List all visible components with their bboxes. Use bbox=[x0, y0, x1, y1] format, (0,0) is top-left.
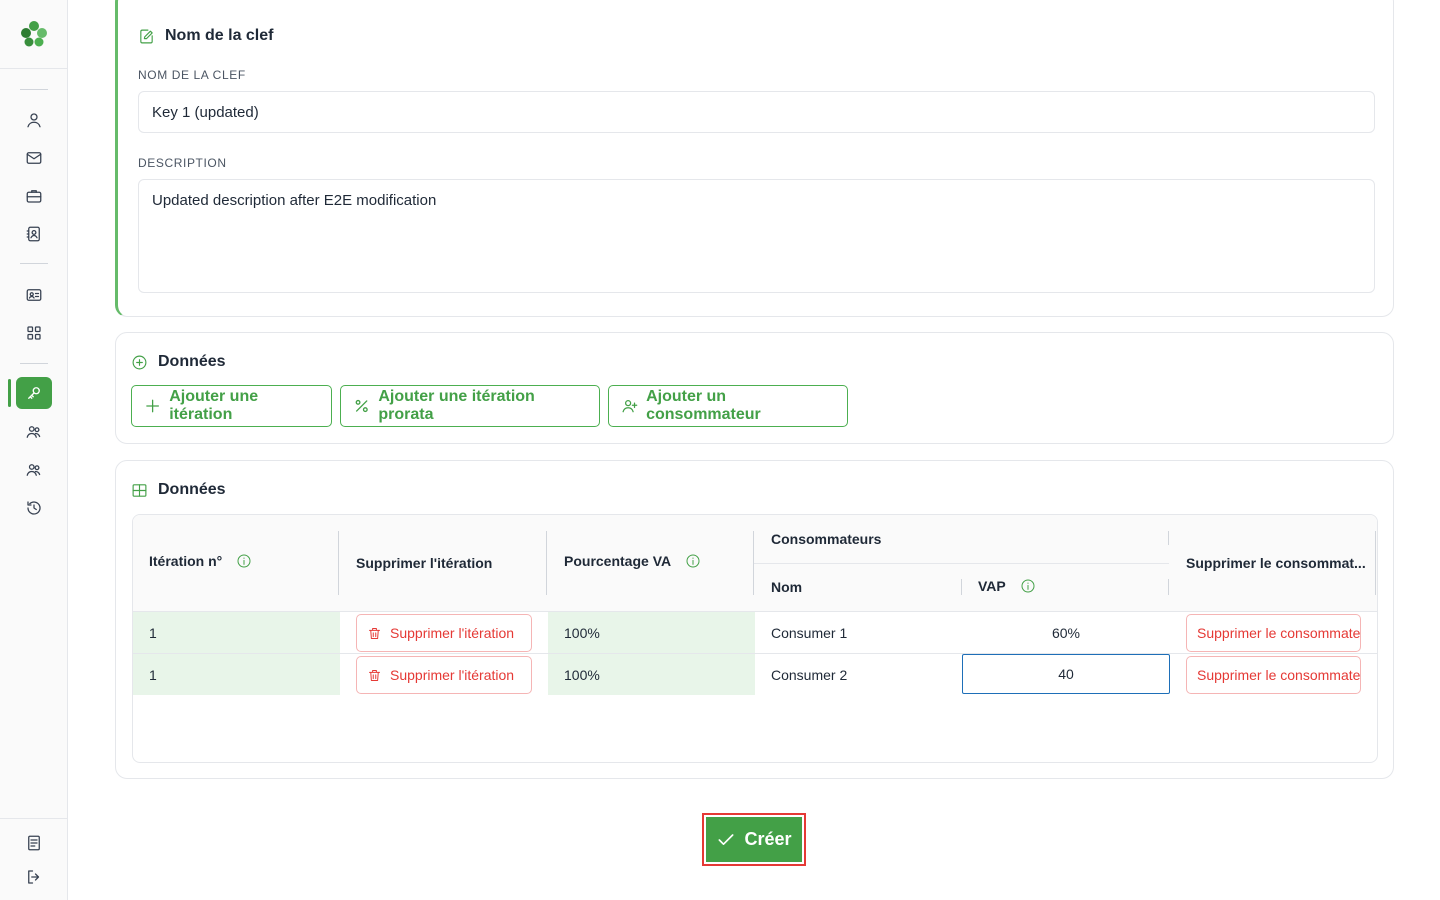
table-row-1-name: Consumer 1 bbox=[771, 624, 848, 641]
key-name-label: NOM DE LA CLEF bbox=[138, 68, 246, 82]
delete-consumer-button-1[interactable]: Supprimer le consommateur bbox=[1186, 614, 1361, 652]
plus-icon bbox=[146, 399, 160, 413]
plus-circle-icon bbox=[132, 355, 147, 369]
header-iteration: Itération n° bbox=[149, 553, 252, 569]
data-actions-card: Données Ajouter une itération Ajouter un… bbox=[115, 332, 1394, 444]
table-row-1-vap[interactable]: 60% bbox=[962, 612, 1170, 653]
header-vap: VAP bbox=[978, 578, 1036, 594]
header-iteration-label: Itération n° bbox=[149, 553, 223, 569]
card-title-text: Données bbox=[158, 481, 226, 498]
table-card-title: Données bbox=[131, 481, 226, 499]
data-table-card: Données Itération n° Supprimer l'itérati… bbox=[115, 460, 1394, 779]
table-icon bbox=[132, 483, 147, 497]
delete-iteration-label: Supprimer l'itération bbox=[390, 667, 515, 683]
key-name-card-title: Nom de la clef bbox=[138, 27, 273, 45]
card-title-text: Nom de la clef bbox=[165, 27, 274, 44]
history-icon[interactable] bbox=[22, 496, 46, 520]
document-icon[interactable] bbox=[22, 831, 46, 855]
users-icon[interactable] bbox=[22, 420, 46, 444]
app-logo[interactable] bbox=[18, 18, 50, 50]
header-group-divider bbox=[754, 563, 1169, 564]
card-title-text: Données bbox=[158, 353, 226, 370]
key-name-card: Nom de la clef NOM DE LA CLEF Key 1 (upd… bbox=[115, 0, 1394, 317]
column-divider[interactable] bbox=[961, 579, 962, 595]
table-row-1-percentage: 100% bbox=[548, 612, 755, 653]
column-divider[interactable] bbox=[1375, 531, 1376, 595]
create-button-label: Créer bbox=[744, 829, 792, 849]
create-button-inner[interactable]: Créer bbox=[706, 817, 802, 862]
column-divider[interactable] bbox=[338, 531, 339, 595]
sidebar bbox=[0, 0, 68, 900]
table-row-1-iteration: 1 bbox=[133, 612, 340, 653]
table-row-2-iteration: 1 bbox=[133, 654, 340, 695]
grid-icon[interactable] bbox=[22, 321, 46, 345]
briefcase-icon[interactable] bbox=[22, 184, 46, 208]
data-table: Itération n° Supprimer l'itération Pourc… bbox=[132, 514, 1378, 763]
user-plus-icon bbox=[622, 400, 638, 413]
user-icon[interactable] bbox=[22, 108, 46, 132]
check-icon bbox=[718, 833, 734, 845]
header-delete-iteration: Supprimer l'itération bbox=[356, 555, 493, 571]
create-button[interactable]: Créer bbox=[702, 813, 806, 866]
key-icon[interactable] bbox=[16, 377, 52, 409]
sidebar-top-divider bbox=[0, 68, 67, 69]
sidebar-divider bbox=[20, 89, 48, 90]
delete-iteration-label: Supprimer l'itération bbox=[390, 625, 515, 641]
trash-icon bbox=[369, 627, 380, 639]
trash-icon bbox=[369, 669, 380, 681]
add-consumer-button[interactable]: Ajouter un consommateur bbox=[608, 385, 848, 427]
contact-book-icon[interactable] bbox=[22, 222, 46, 246]
info-icon[interactable] bbox=[236, 553, 252, 569]
delete-consumer-button-2[interactable]: Supprimer le consommateur bbox=[1186, 656, 1361, 694]
sidebar-divider bbox=[20, 363, 48, 364]
column-divider[interactable] bbox=[546, 531, 547, 595]
description-textarea[interactable]: Updated description after E2E modificati… bbox=[138, 179, 1375, 293]
header-name: Nom bbox=[771, 579, 803, 595]
mail-icon[interactable] bbox=[22, 146, 46, 170]
percent-icon bbox=[355, 399, 368, 413]
add-prorata-iteration-label: Ajouter une itération prorata bbox=[378, 388, 535, 423]
info-icon[interactable] bbox=[1020, 578, 1036, 594]
add-consumer-label: Ajouter un consommateur bbox=[646, 388, 761, 423]
actions-card-title: Données bbox=[131, 353, 226, 371]
table-header: Itération n° Supprimer l'itération Pourc… bbox=[133, 515, 1377, 612]
header-delete-consumer: Supprimer le consommat... bbox=[1186, 555, 1366, 571]
table-row-2-name: Consumer 2 bbox=[771, 666, 848, 683]
header-vap-label: VAP bbox=[978, 578, 1006, 594]
active-indicator bbox=[8, 379, 11, 407]
vap-input[interactable]: 40 bbox=[962, 654, 1170, 694]
add-iteration-label: Ajouter une itération bbox=[169, 388, 259, 423]
key-name-input[interactable]: Key 1 (updated) bbox=[138, 91, 1375, 133]
add-iteration-button[interactable]: Ajouter une itération bbox=[131, 385, 332, 427]
header-percentage-va-label: Pourcentage VA bbox=[564, 553, 672, 569]
header-percentage-va: Pourcentage VA bbox=[564, 553, 701, 569]
header-consumers: Consommateurs bbox=[771, 531, 882, 547]
description-label: DESCRIPTION bbox=[138, 156, 227, 170]
column-divider[interactable] bbox=[1168, 531, 1169, 545]
logout-icon[interactable] bbox=[22, 865, 46, 889]
sidebar-bottom-divider bbox=[0, 818, 67, 819]
column-divider[interactable] bbox=[1168, 579, 1169, 595]
add-prorata-iteration-button[interactable]: Ajouter une itération prorata bbox=[340, 385, 600, 427]
delete-iteration-button-1[interactable]: Supprimer l'itération bbox=[356, 614, 532, 652]
id-card-icon[interactable] bbox=[22, 283, 46, 307]
edit-icon bbox=[140, 29, 153, 43]
delete-iteration-button-2[interactable]: Supprimer l'itération bbox=[356, 656, 532, 694]
group-icon[interactable] bbox=[22, 458, 46, 482]
info-icon[interactable] bbox=[685, 553, 701, 569]
sidebar-divider bbox=[20, 263, 48, 264]
table-row-2-percentage: 100% bbox=[548, 654, 755, 695]
